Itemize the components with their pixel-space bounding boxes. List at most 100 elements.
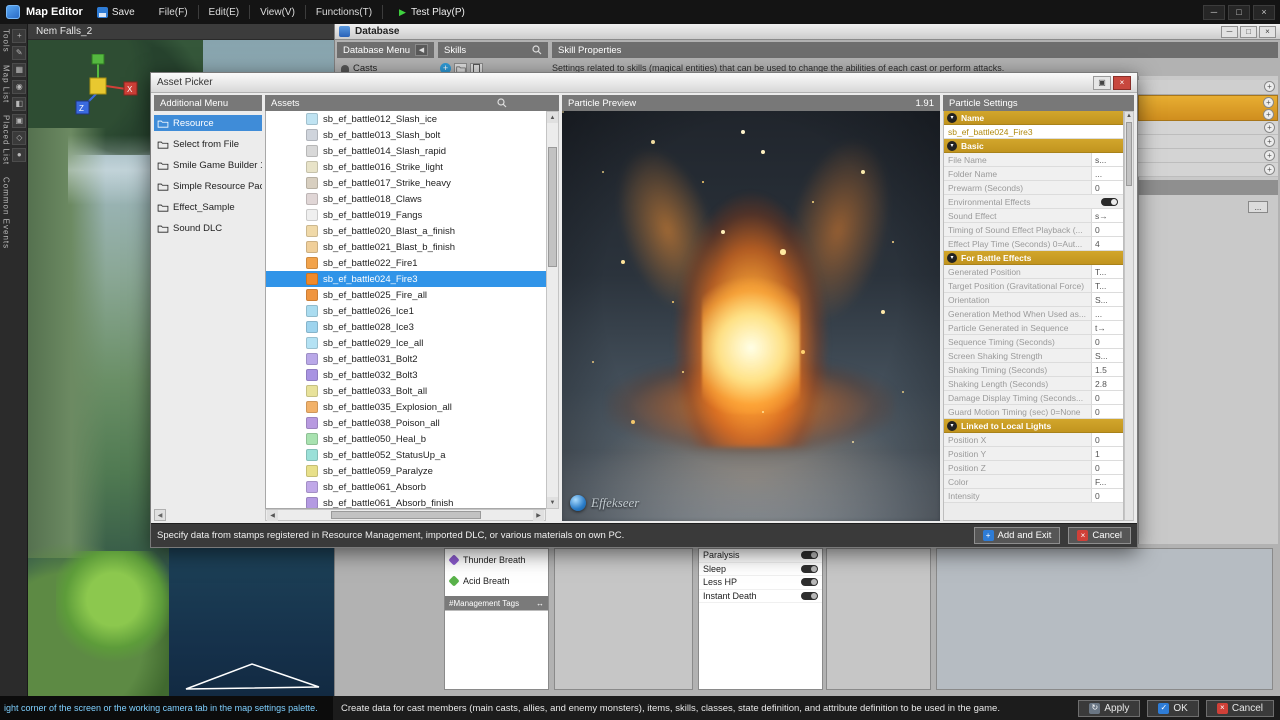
- cancel-button[interactable]: Cancel: [1206, 700, 1274, 717]
- minimize-button[interactable]: [1203, 5, 1225, 20]
- settings-value[interactable]: s...: [1091, 153, 1123, 166]
- database-titlebar[interactable]: Database: [335, 24, 1280, 40]
- maximize-button[interactable]: [1228, 5, 1250, 20]
- asset-item[interactable]: sb_ef_battle016_Strike_light: [266, 159, 558, 175]
- settings-value[interactable]: 0: [1091, 181, 1123, 194]
- menu-item[interactable]: View(V): [250, 5, 306, 19]
- scroll-down-icon[interactable]: [547, 497, 558, 508]
- test-play-button[interactable]: ▶ Test Play(P): [399, 7, 465, 18]
- rail-tab[interactable]: Common Events: [1, 177, 10, 249]
- settings-value[interactable]: 0: [1091, 433, 1123, 446]
- tool-icon[interactable]: ◇: [12, 131, 26, 145]
- asset-item[interactable]: sb_ef_battle032_Bolt3: [266, 367, 558, 383]
- asset-item[interactable]: sb_ef_battle012_Slash_ice: [266, 111, 558, 127]
- settings-row[interactable]: Particle Generated in Sequence t→: [944, 321, 1123, 335]
- settings-value[interactable]: 1.5: [1091, 363, 1123, 376]
- settings-value[interactable]: S...: [1091, 293, 1123, 306]
- settings-row[interactable]: Basic: [944, 139, 1123, 153]
- settings-value[interactable]: 0: [1091, 489, 1123, 502]
- settings-row[interactable]: Sound Effect s→: [944, 209, 1123, 223]
- tool-icon[interactable]: ▦: [12, 63, 26, 77]
- status-effect-row[interactable]: Paralysis: [699, 549, 822, 563]
- dialog-close-button[interactable]: [1113, 76, 1131, 90]
- settings-row[interactable]: Shaking Length (Seconds) 2.8: [944, 377, 1123, 391]
- tool-icon[interactable]: ◉: [12, 80, 26, 94]
- rail-tab[interactable]: Map List: [1, 65, 10, 103]
- scroll-up-icon[interactable]: [1125, 112, 1133, 120]
- db-maximize-button[interactable]: [1240, 26, 1257, 38]
- settings-row[interactable]: Linked to Local Lights: [944, 419, 1123, 433]
- expand-row-icon[interactable]: [1264, 164, 1275, 175]
- browse-button[interactable]: ...: [1248, 201, 1268, 213]
- settings-row[interactable]: Damage Display Timing (Seconds... 0: [944, 391, 1123, 405]
- map-tab-title[interactable]: Nem Falls_2: [28, 24, 334, 40]
- additional-menu-item[interactable]: Select from File: [154, 136, 262, 152]
- settings-row[interactable]: Effect Play Time (Seconds) 0=Aut... 4: [944, 237, 1123, 251]
- additional-menu-item[interactable]: Sound DLC: [154, 220, 262, 236]
- highlighted-name-field[interactable]: [1138, 95, 1278, 121]
- asset-item[interactable]: sb_ef_battle026_Ice1: [266, 303, 558, 319]
- menu-item[interactable]: File(F): [149, 5, 199, 19]
- settings-value[interactable]: t→: [1091, 321, 1123, 334]
- additional-menu-item[interactable]: Effect_Sample: [154, 199, 262, 215]
- save-button[interactable]: Save: [97, 7, 135, 18]
- settings-value[interactable]: 0: [1091, 223, 1123, 236]
- asset-item[interactable]: sb_ef_battle052_StatusUp_a: [266, 447, 558, 463]
- axis-gizmo[interactable]: X Z: [68, 54, 140, 121]
- settings-value[interactable]: ...: [1091, 167, 1123, 180]
- section-collapse-icon[interactable]: [947, 141, 957, 151]
- settings-row[interactable]: Orientation S...: [944, 293, 1123, 307]
- tool-icon[interactable]: ◧: [12, 97, 26, 111]
- asset-item[interactable]: sb_ef_battle050_Heal_b: [266, 431, 558, 447]
- section-collapse-icon[interactable]: [947, 421, 957, 431]
- scroll-thumb[interactable]: [548, 147, 557, 267]
- settings-toggle[interactable]: [1101, 198, 1118, 206]
- status-effect-row[interactable]: Sleep: [699, 563, 822, 577]
- asset-item[interactable]: sb_ef_battle035_Explosion_all: [266, 399, 558, 415]
- asset-item[interactable]: sb_ef_battle018_Claws: [266, 191, 558, 207]
- additional-menu-item[interactable]: Resource: [154, 115, 262, 131]
- settings-row[interactable]: sb_ef_battle024_Fire3: [944, 125, 1123, 139]
- status-toggle[interactable]: [801, 551, 818, 559]
- tool-icon[interactable]: ✎: [12, 46, 26, 60]
- dialog-restore-button[interactable]: [1093, 76, 1111, 90]
- status-toggle[interactable]: [801, 565, 818, 573]
- asset-item[interactable]: sb_ef_battle021_Blast_b_finish: [266, 239, 558, 255]
- tool-icon[interactable]: ●: [12, 148, 26, 162]
- expand-row-icon[interactable]: [1264, 150, 1275, 161]
- settings-value[interactable]: 0: [1091, 391, 1123, 404]
- settings-row[interactable]: Generation Method When Used as... ...: [944, 307, 1123, 321]
- settings-row[interactable]: Generated Position T...: [944, 265, 1123, 279]
- ok-button[interactable]: OK: [1147, 700, 1198, 717]
- scroll-right-icon[interactable]: [533, 510, 544, 521]
- asset-item[interactable]: sb_ef_battle025_Fire_all: [266, 287, 558, 303]
- settings-row[interactable]: Screen Shaking Strength S...: [944, 349, 1123, 363]
- asset-item[interactable]: sb_ef_battle061_Absorb_finish: [266, 495, 558, 509]
- asset-item[interactable]: sb_ef_battle031_Bolt2: [266, 351, 558, 367]
- settings-vscrollbar[interactable]: [1124, 111, 1134, 521]
- settings-value[interactable]: 0: [1091, 461, 1123, 474]
- asset-item[interactable]: sb_ef_battle019_Fangs: [266, 207, 558, 223]
- settings-value[interactable]: ...: [1091, 307, 1123, 320]
- db-close-button[interactable]: [1259, 26, 1276, 38]
- status-effect-row[interactable]: Less HP: [699, 576, 822, 590]
- settings-value[interactable]: 2.8: [1091, 377, 1123, 390]
- asset-item[interactable]: sb_ef_battle033_Bolt_all: [266, 383, 558, 399]
- search-icon[interactable]: [532, 45, 542, 55]
- settings-value[interactable]: T...: [1091, 279, 1123, 292]
- settings-row[interactable]: Intensity 0: [944, 489, 1123, 503]
- dialog-cancel-button[interactable]: Cancel: [1068, 527, 1131, 544]
- settings-value[interactable]: 4: [1091, 237, 1123, 250]
- settings-row[interactable]: For Battle Effects: [944, 251, 1123, 265]
- collapse-left-icon[interactable]: [415, 44, 428, 56]
- tool-icon[interactable]: ▣: [12, 114, 26, 128]
- scroll-left-icon[interactable]: [267, 510, 278, 521]
- settings-value[interactable]: 1: [1091, 447, 1123, 460]
- scroll-thumb[interactable]: [331, 511, 481, 519]
- skill-list-item[interactable]: Acid Breath: [445, 570, 548, 591]
- settings-row[interactable]: Environmental Effects: [944, 195, 1123, 209]
- settings-value[interactable]: F...: [1091, 475, 1123, 488]
- status-toggle[interactable]: [801, 592, 818, 600]
- skill-list-item[interactable]: Thunder Breath: [445, 549, 548, 570]
- management-tags-bar[interactable]: #Management Tags: [445, 596, 548, 610]
